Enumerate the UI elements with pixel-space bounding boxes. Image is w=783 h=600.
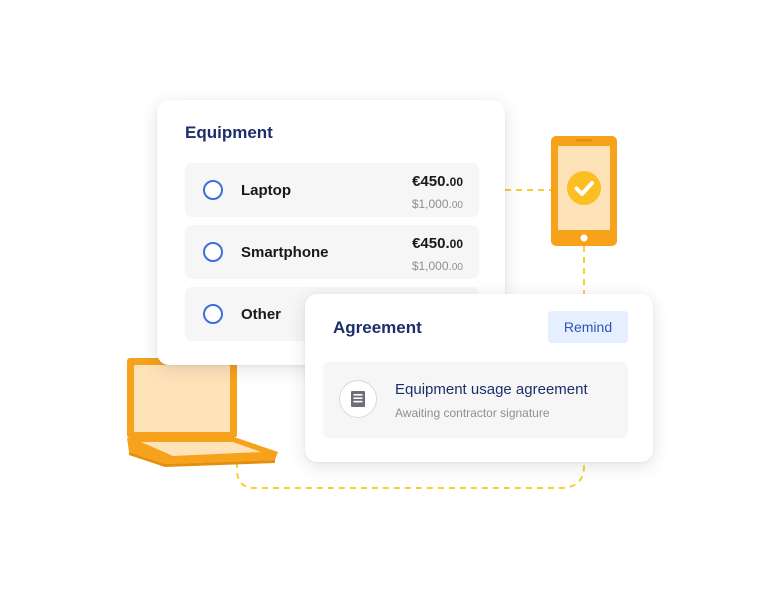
equipment-option-laptop[interactable]: Laptop €450.00 $1,000.00	[185, 163, 479, 217]
price-main: €450.	[412, 173, 450, 190]
radio-button[interactable]	[203, 180, 223, 200]
sub-cents: 00	[451, 200, 463, 211]
equipment-converted-price: $1,000.00	[412, 259, 463, 273]
sub-main: $1,000.	[411, 259, 452, 273]
laptop-illustration	[125, 356, 281, 468]
check-icon	[567, 171, 601, 205]
sub-cents: 00	[451, 262, 463, 273]
price-cents: 00	[449, 175, 463, 189]
equipment-label: Laptop	[241, 182, 291, 199]
radio-button[interactable]	[203, 242, 223, 262]
equipment-price: €450.00	[412, 173, 463, 190]
document-title: Equipment usage agreement	[395, 381, 588, 398]
price-cents: 00	[449, 237, 463, 251]
equipment-label: Smartphone	[241, 244, 329, 261]
agreement-title: Agreement	[333, 318, 422, 337]
radio-button[interactable]	[203, 304, 223, 324]
agreement-document-item[interactable]: Equipment usage agreement Awaiting contr…	[323, 362, 628, 438]
remind-button[interactable]: Remind	[548, 311, 628, 343]
document-icon	[339, 380, 377, 418]
smartphone-illustration	[550, 135, 618, 247]
laptop-icon	[127, 358, 278, 467]
sub-main: $1,000.	[411, 197, 452, 211]
equipment-label: Other	[241, 306, 282, 323]
agreement-card: Agreement Remind Equipment usage agreeme…	[305, 294, 653, 462]
document-status: Awaiting contractor signature	[395, 406, 550, 420]
equipment-converted-price: $1,000.00	[412, 197, 463, 211]
equipment-option-smartphone[interactable]: Smartphone €450.00 $1,000.00	[185, 225, 479, 279]
price-main: €450.	[412, 235, 450, 252]
equipment-title: Equipment	[185, 123, 273, 142]
equipment-price: €450.00	[412, 235, 463, 252]
